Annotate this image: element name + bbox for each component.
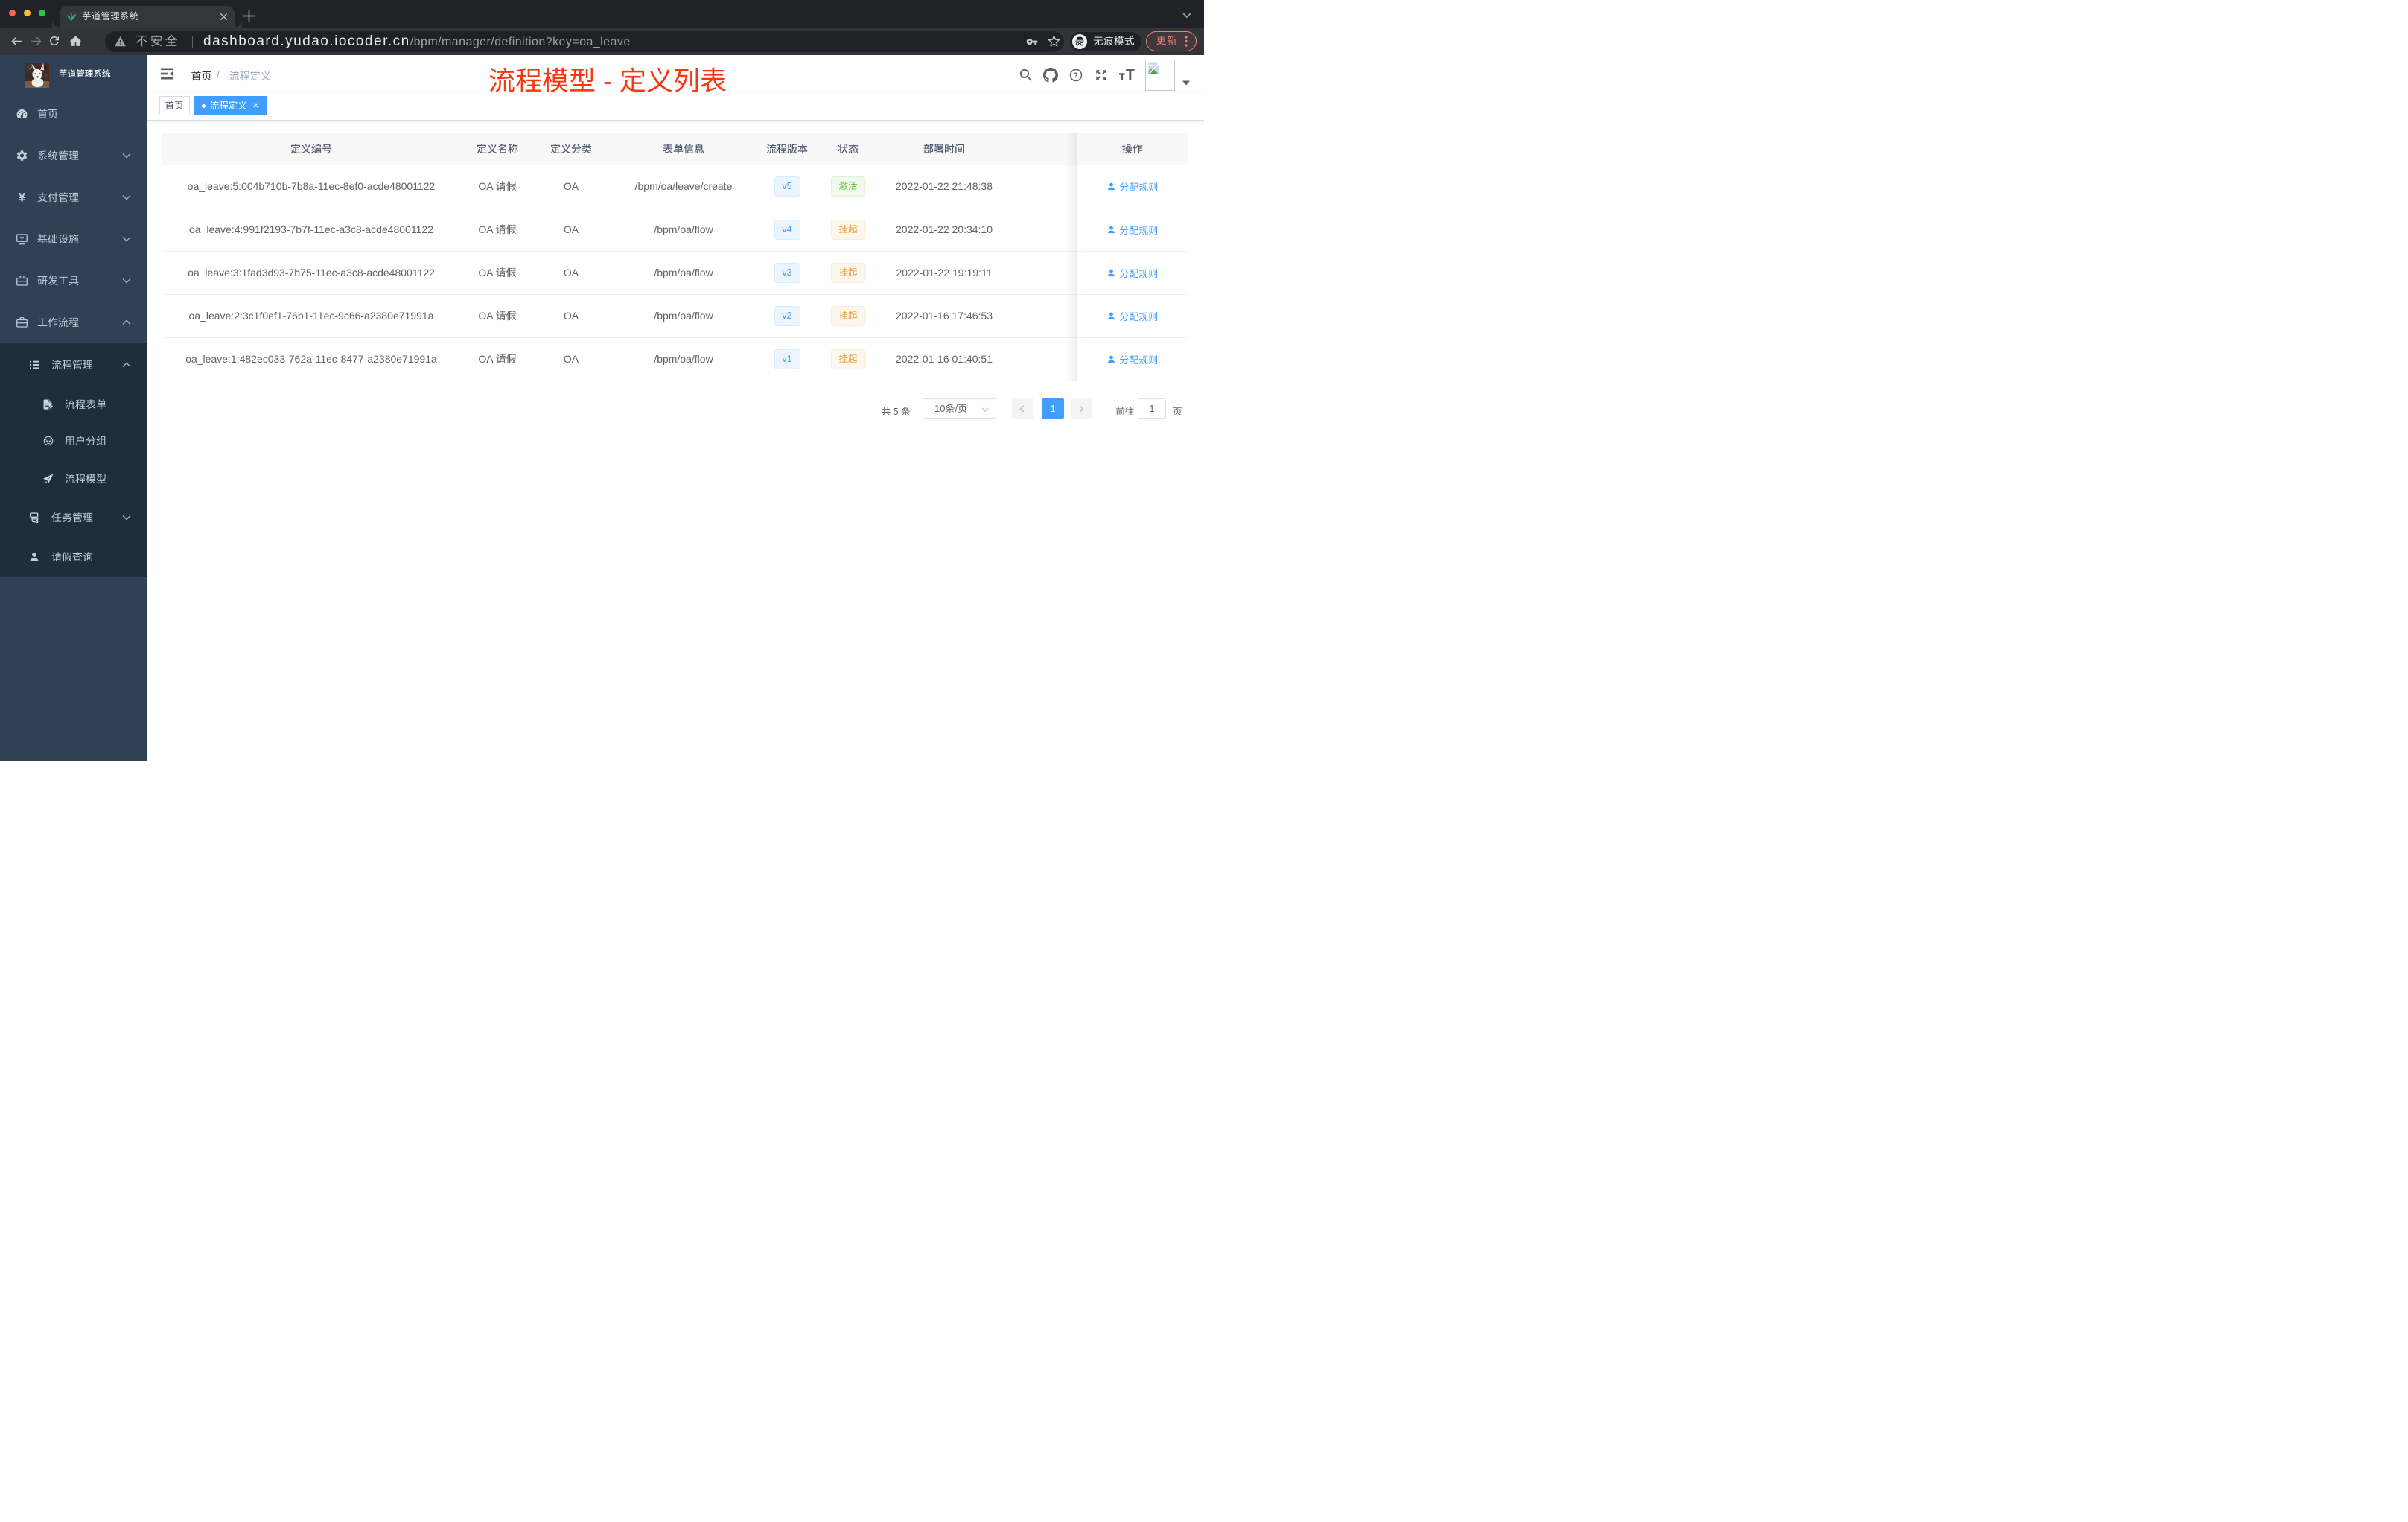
svg-text:?: ?	[1074, 72, 1078, 80]
